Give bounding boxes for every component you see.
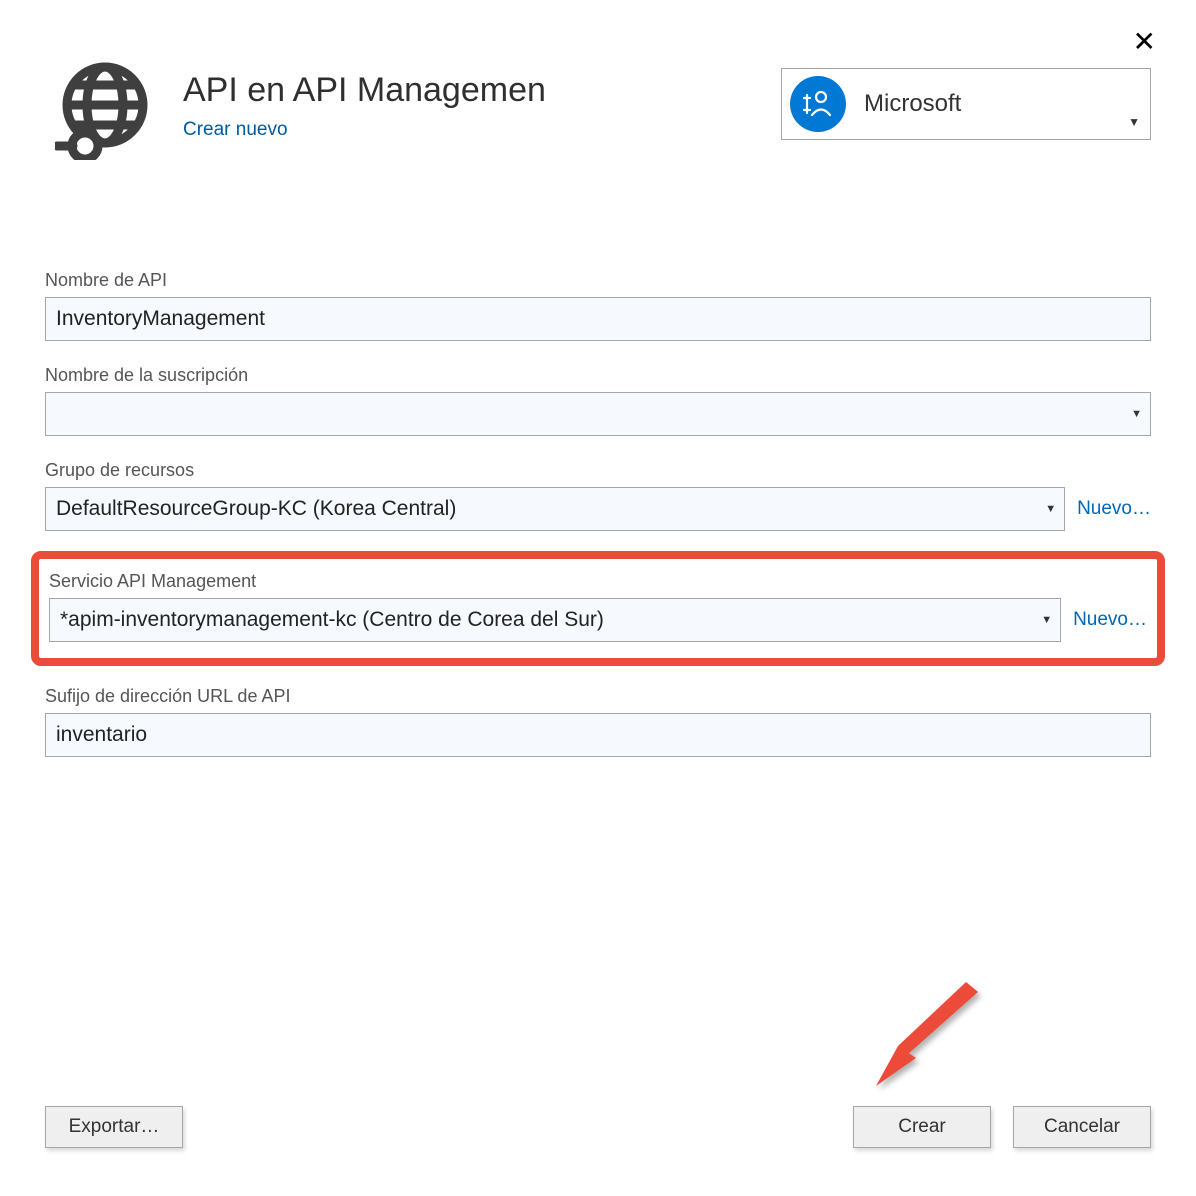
apim-service-label: Servicio API Management	[49, 571, 1147, 592]
arrow-annotation-icon	[866, 976, 986, 1096]
cancel-button[interactable]: Cancelar	[1013, 1106, 1151, 1148]
field-subscription: Nombre de la suscripción ▼	[45, 365, 1151, 436]
export-button[interactable]: Exportar…	[45, 1106, 183, 1148]
subscription-label: Nombre de la suscripción	[45, 365, 1151, 386]
field-api-name: Nombre de API	[45, 270, 1151, 341]
apim-service-new-link[interactable]: Nuevo…	[1073, 609, 1147, 631]
url-suffix-label: Sufijo de dirección URL de API	[45, 686, 1151, 707]
apim-service-dropdown[interactable]: *apim-inventorymanagement-kc (Centro de …	[49, 598, 1061, 642]
resource-group-label: Grupo de recursos	[45, 460, 1151, 481]
field-apim-service: Servicio API Management *apim-inventorym…	[49, 571, 1147, 642]
resource-group-value: DefaultResourceGroup-KC (Korea Central)	[56, 497, 456, 521]
dialog-footer: Exportar… Crear Cancelar	[45, 1106, 1151, 1148]
subscription-dropdown[interactable]: ▼	[45, 392, 1151, 436]
api-name-label: Nombre de API	[45, 270, 1151, 291]
url-suffix-input[interactable]	[45, 713, 1151, 757]
account-picker[interactable]: Microsoft ▼	[781, 68, 1151, 140]
caret-down-icon: ▼	[1045, 503, 1056, 515]
account-avatar-icon	[790, 76, 846, 132]
caret-down-icon: ▼	[1131, 408, 1142, 420]
form-body: Nombre de API Nombre de la suscripción ▼…	[0, 160, 1196, 757]
account-name: Microsoft	[864, 90, 1128, 118]
dialog-subtitle: Crear nuevo	[183, 119, 546, 141]
field-resource-group: Grupo de recursos DefaultResourceGroup-K…	[45, 460, 1151, 531]
highlighted-section: Servicio API Management *apim-inventorym…	[31, 551, 1165, 666]
apim-service-value: *apim-inventorymanagement-kc (Centro de …	[60, 608, 604, 632]
resource-group-new-link[interactable]: Nuevo…	[1077, 498, 1151, 520]
create-button[interactable]: Crear	[853, 1106, 991, 1148]
field-url-suffix: Sufijo de dirección URL de API	[45, 686, 1151, 757]
dialog-title: API en API Managemen	[183, 70, 546, 111]
close-button[interactable]: ✕	[1133, 28, 1156, 56]
api-globe-icon	[55, 60, 155, 160]
resource-group-dropdown[interactable]: DefaultResourceGroup-KC (Korea Central) …	[45, 487, 1065, 531]
api-name-input[interactable]	[45, 297, 1151, 341]
caret-down-icon: ▼	[1041, 614, 1052, 626]
caret-down-icon: ▼	[1128, 115, 1140, 139]
